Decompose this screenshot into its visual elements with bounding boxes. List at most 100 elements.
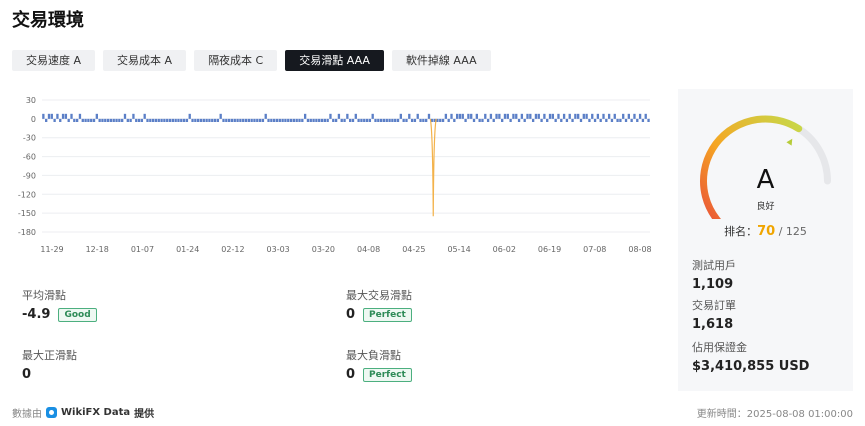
slippage-bar: [385, 118, 388, 122]
slippage-bar: [464, 118, 467, 122]
grade-letter: A: [756, 165, 775, 195]
slippage-bar: [357, 118, 360, 122]
slippage-bar: [154, 118, 158, 122]
slippage-bar: [588, 118, 591, 122]
slippage-bar: [523, 118, 526, 122]
slippage-bar: [481, 118, 484, 122]
slippage-bar: [509, 118, 512, 122]
slippage-bar: [64, 113, 68, 119]
slippage-bar: [323, 118, 326, 122]
slippage-bar: [399, 113, 402, 119]
slippage-bar: [503, 113, 507, 119]
slippage-bar: [239, 118, 242, 122]
slippage-bar: [258, 118, 262, 122]
x-tick-label: 03-03: [267, 245, 290, 254]
slippage-bar: [199, 118, 203, 122]
slippage-bar: [242, 118, 245, 122]
x-tick-label: 07-08: [583, 245, 606, 254]
slippage-bar: [191, 118, 194, 122]
slippage-bar: [287, 118, 290, 122]
slippage-bar: [78, 113, 82, 119]
data-source-suffix: 提供: [134, 409, 155, 420]
rank-label: 排名：: [724, 225, 758, 238]
trade-orders-value: 1,618: [692, 317, 734, 332]
avg-slippage-value: -4.9: [22, 307, 51, 322]
slippage-bar: [498, 113, 501, 119]
slippage-bar: [470, 113, 473, 119]
slippage-bar: [303, 113, 307, 119]
slippage-bar: [363, 118, 366, 122]
slippage-bar: [619, 118, 622, 122]
slippage-bar: [295, 118, 298, 122]
slippage-bar: [537, 113, 540, 119]
slippage-bar: [247, 118, 250, 122]
x-tick-label: 11-29: [40, 245, 63, 254]
slippage-bar: [534, 113, 538, 119]
slippage-bar: [87, 118, 90, 122]
slippage-bar: [284, 118, 287, 122]
slippage-bar: [47, 113, 51, 119]
slippage-bar: [641, 118, 645, 122]
slippage-bar: [59, 118, 62, 122]
slippage-bar: [501, 118, 504, 122]
slippage-bar: [84, 118, 87, 122]
max-positive-slippage-label: 最大正滑點: [22, 349, 77, 362]
tab-overnight-cost[interactable]: 隔夜成本 C: [194, 50, 278, 71]
tab-software-disconnect[interactable]: 軟件掉線 AAA: [391, 50, 491, 71]
y-tick-label: -180: [18, 228, 36, 237]
slippage-bar: [261, 118, 265, 122]
x-tick-label: 01-24: [176, 245, 199, 254]
x-tick-label: 05-14: [447, 245, 470, 254]
slippage-bar: [281, 118, 284, 122]
slippage-bar: [129, 118, 132, 122]
tab-trading-slippage[interactable]: 交易滑點 AAA: [285, 50, 384, 71]
stat-max-negative-slippage: 最大負滑點 0 Perfect: [346, 347, 412, 382]
rank-total: / 125: [778, 225, 807, 238]
grade-text: 良好: [756, 202, 775, 212]
slippage-bar: [121, 118, 124, 122]
slippage-bar: [379, 118, 383, 122]
slippage-bar: [301, 118, 304, 122]
slippage-bar: [638, 113, 642, 119]
slippage-bar: [571, 118, 574, 122]
data-source-name[interactable]: WikiFX Data: [61, 407, 130, 418]
slippage-bar: [607, 113, 611, 119]
slippage-bar: [602, 113, 605, 119]
slippage-bar: [92, 118, 96, 122]
tab-trading-cost[interactable]: 交易成本 A: [103, 50, 187, 71]
slippage-bar: [554, 118, 557, 122]
y-tick-label: -60: [23, 153, 36, 162]
trade-orders-label: 交易訂單: [692, 299, 736, 312]
slippage-bar: [647, 118, 650, 122]
trade-orders: 交易訂單 1,618: [692, 297, 736, 332]
slippage-chart: 30 0 -30 -60 -90 -120 -150 -180 11-29 12-18 01-07 0…: [12, 90, 662, 260]
slippage-bar: [450, 113, 453, 119]
slippage-bar: [368, 118, 372, 122]
tab-trading-speed[interactable]: 交易速度 A: [12, 50, 96, 71]
page-title: 交易環境: [12, 10, 84, 31]
slippage-bar: [219, 113, 222, 119]
slippage-bar: [577, 113, 580, 119]
slippage-bar: [382, 118, 386, 122]
slippage-bar: [622, 113, 625, 119]
slippage-bar: [208, 118, 211, 122]
slippage-bar: [104, 118, 107, 122]
used-margin-label: 佔用保證金: [692, 341, 747, 354]
slippage-bar: [371, 113, 374, 119]
slippage-bar: [512, 113, 515, 119]
x-tick-label: 03-20: [312, 245, 335, 254]
slippage-bar: [405, 118, 408, 122]
max-trade-slippage-badge: Perfect: [363, 307, 412, 322]
slippage-bar: [98, 118, 101, 122]
slippage-bar: [349, 118, 352, 122]
slippage-bar: [151, 118, 155, 122]
slippage-bar: [50, 113, 53, 119]
slippage-bar: [447, 118, 450, 122]
slippage-bar: [73, 118, 76, 122]
slippage-bar: [467, 113, 470, 119]
slippage-bar: [543, 113, 546, 119]
slippage-bar: [135, 118, 138, 122]
slippage-bar: [419, 118, 422, 122]
slippage-bar: [95, 113, 98, 119]
slippage-bar: [236, 118, 239, 122]
